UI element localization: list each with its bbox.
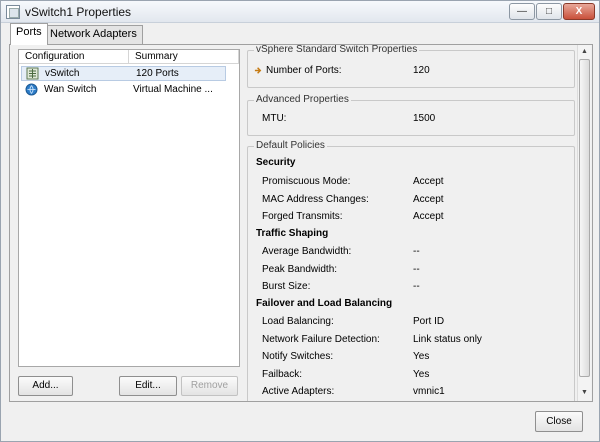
advanced-properties-group: Advanced Properties MTU: 1500 [247, 94, 575, 136]
policy-value: -- [413, 281, 420, 292]
group-title: vSphere Standard Switch Properties [254, 45, 420, 55]
list-item-summary: Virtual Machine ... [133, 84, 213, 95]
policy-label: Promiscuous Mode: [262, 176, 351, 187]
policy-value: Yes [413, 369, 430, 380]
remove-button: Remove [181, 376, 238, 396]
list-item-label: vSwitch [45, 68, 80, 79]
list-item-vswitch[interactable]: vSwitch 120 Ports [21, 66, 226, 81]
scrollbar-thumb[interactable] [579, 59, 590, 377]
policy-value: -- [413, 246, 420, 257]
policy-value: Accept [413, 194, 444, 205]
default-policies-group: Default Policies Security Promiscuous Mo… [247, 140, 575, 401]
list-item-wan-switch[interactable]: Wan Switch Virtual Machine ... [19, 82, 239, 97]
policy-value: -- [413, 264, 420, 275]
policy-label: Active Adapters: [262, 386, 335, 397]
close-button[interactable]: Close [535, 411, 583, 432]
active-adapters-row: Active Adapters: vmnic1 [248, 386, 574, 400]
edit-button[interactable]: Edit... [119, 376, 177, 396]
column-header-summary[interactable]: Summary [129, 50, 239, 63]
policy-label: Failback: [262, 369, 303, 380]
configuration-list[interactable]: Configuration Summary vSwitch 120 Ports [18, 49, 240, 367]
mtu-label: MTU: [262, 113, 287, 124]
policy-value: vmnic1 [413, 386, 445, 397]
list-item-summary: 120 Ports [136, 68, 179, 79]
group-title: Advanced Properties [254, 94, 351, 105]
switch-icon [26, 67, 39, 80]
properties-window: vSwitch1 Properties — □ X Ports Network … [0, 0, 600, 442]
security-heading: Security [256, 157, 296, 168]
list-header: Configuration Summary [19, 50, 239, 64]
policy-label: Average Bandwidth: [262, 246, 352, 257]
window-app-icon [6, 5, 20, 19]
port-group-icon [25, 83, 38, 96]
peak-bandwidth-row: Peak Bandwidth: -- [248, 264, 574, 278]
policy-value: Accept [413, 211, 444, 222]
column-header-configuration[interactable]: Configuration [19, 50, 129, 63]
scroll-down-arrow-icon[interactable]: ▼ [578, 387, 591, 399]
policy-label: Load Balancing: [262, 316, 334, 327]
standard-switch-group: vSphere Standard Switch Properties Numbe… [247, 45, 575, 88]
forged-transmits-row: Forged Transmits: Accept [248, 211, 574, 225]
number-of-ports-row: Number of Ports: 120 [248, 65, 574, 79]
tab-ports[interactable]: Ports [10, 23, 48, 45]
minimize-button[interactable]: — [509, 3, 535, 20]
ports-arrow-icon [254, 67, 262, 74]
properties-scrollbar[interactable]: ▲ ▼ [577, 45, 591, 401]
policy-label: Forged Transmits: [262, 211, 343, 222]
policy-label: Peak Bandwidth: [262, 264, 338, 275]
failback-row: Failback: Yes [248, 369, 574, 383]
window-title: vSwitch1 Properties [25, 5, 132, 19]
traffic-shaping-heading: Traffic Shaping [256, 228, 329, 239]
policy-value: Yes [413, 351, 430, 362]
properties-panel: vSphere Standard Switch Properties Numbe… [245, 45, 577, 401]
ports-label: Number of Ports: [266, 65, 342, 76]
policy-value: Port ID [413, 316, 445, 327]
add-button[interactable]: Add... [18, 376, 73, 396]
average-bandwidth-row: Average Bandwidth: -- [248, 246, 574, 260]
policy-value: Accept [413, 176, 444, 187]
scroll-up-arrow-icon[interactable]: ▲ [578, 46, 591, 58]
group-title: Default Policies [254, 140, 327, 151]
policy-label: Notify Switches: [262, 351, 334, 362]
mac-address-changes-row: MAC Address Changes: Accept [248, 194, 574, 208]
close-window-button[interactable]: X [563, 3, 595, 20]
burst-size-row: Burst Size: -- [248, 281, 574, 295]
notify-switches-row: Notify Switches: Yes [248, 351, 574, 365]
policy-label: MAC Address Changes: [262, 194, 369, 205]
mtu-row: MTU: 1500 [248, 113, 574, 127]
mtu-value: 1500 [413, 113, 436, 124]
policy-value: Link status only [413, 334, 482, 345]
list-item-label: Wan Switch [44, 84, 97, 95]
maximize-button[interactable]: □ [536, 3, 562, 20]
policy-label: Burst Size: [262, 281, 311, 292]
network-failure-detection-row: Network Failure Detection: Link status o… [248, 334, 574, 348]
policy-label: Network Failure Detection: [262, 334, 380, 345]
ports-value: 120 [413, 65, 430, 76]
promiscuous-mode-row: Promiscuous Mode: Accept [248, 176, 574, 190]
failover-heading: Failover and Load Balancing [256, 298, 393, 309]
title-bar[interactable]: vSwitch1 Properties — □ X [1, 1, 599, 23]
tab-network-adapters[interactable]: Network Adapters [44, 25, 143, 44]
load-balancing-row: Load Balancing: Port ID [248, 316, 574, 330]
